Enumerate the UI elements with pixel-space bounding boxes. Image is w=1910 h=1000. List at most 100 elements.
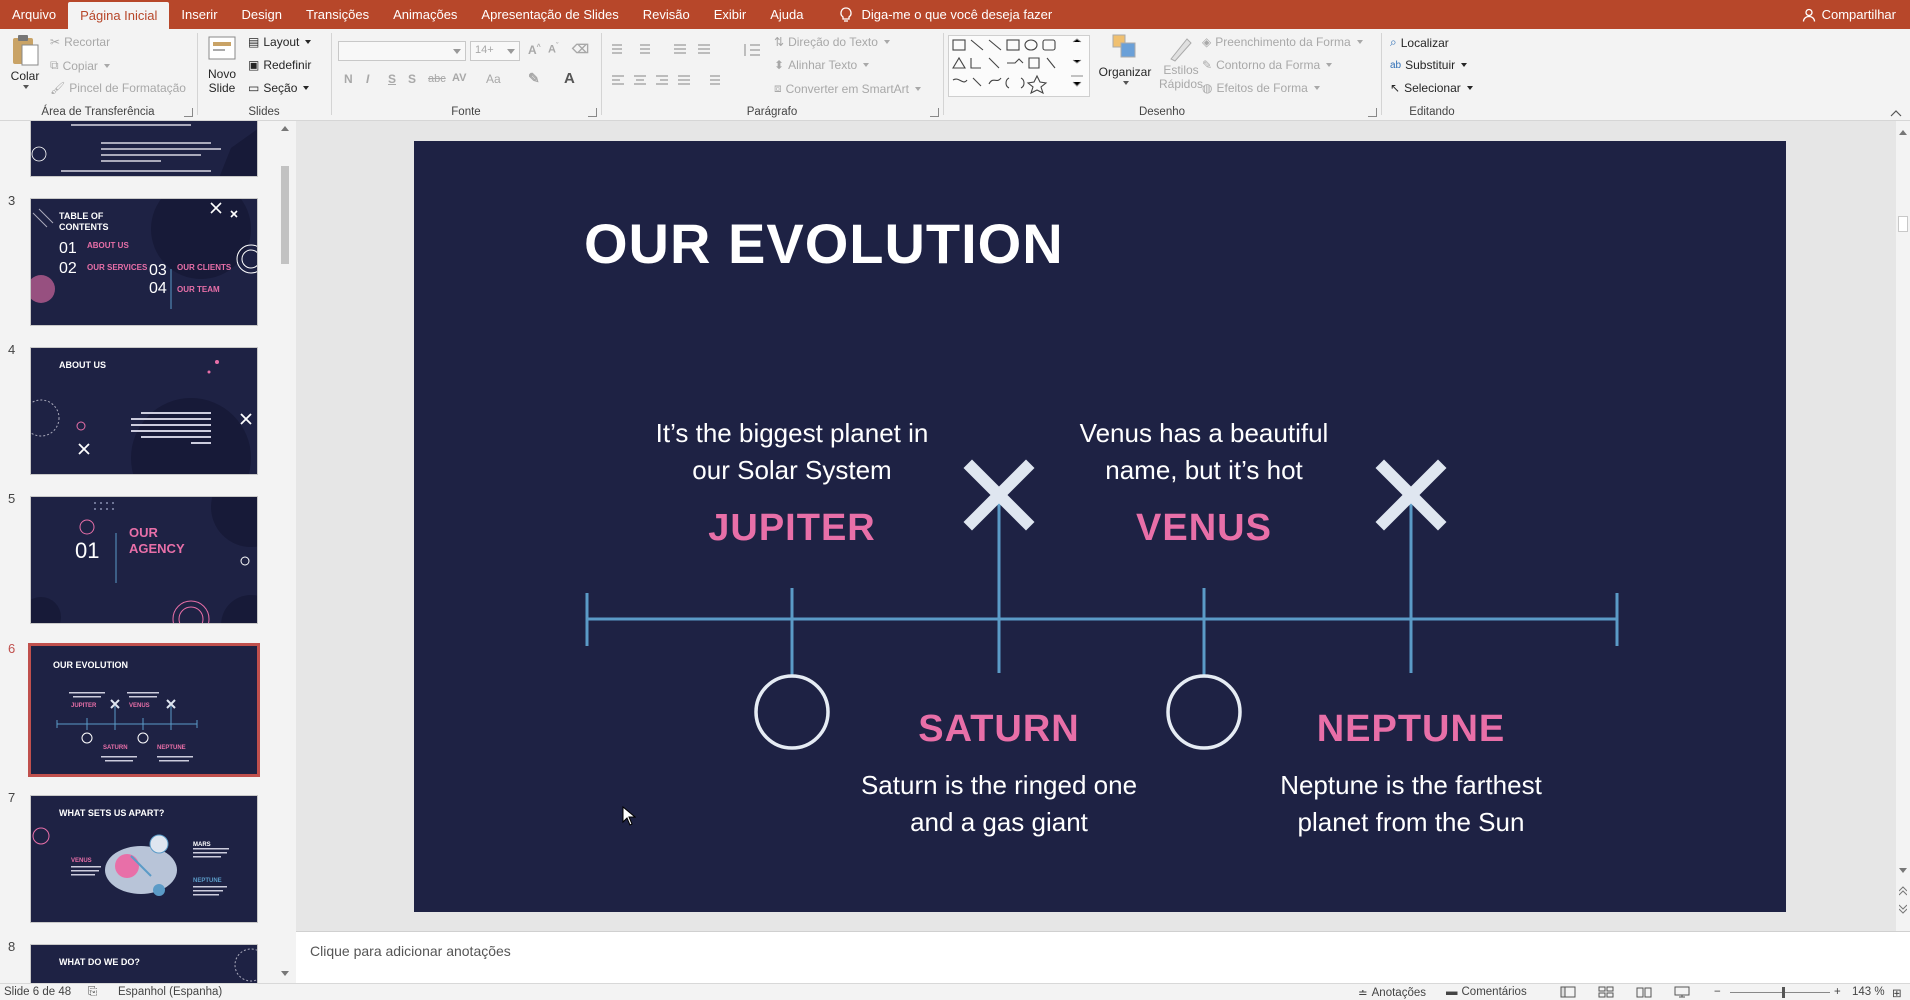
font-size-combo[interactable]: 14+ (470, 41, 520, 61)
slide-thumbnail-3[interactable]: TABLE OF CONTENTS 01 02 03 04 ABOUT US O… (30, 198, 258, 326)
slide-thumbnail-4[interactable]: ABOUT US (30, 347, 258, 475)
quick-styles-button[interactable]: Estilos Rápidos (1156, 33, 1206, 91)
font-launcher[interactable] (588, 108, 597, 117)
tab-design[interactable]: Design (230, 0, 294, 29)
venus-title[interactable]: VENUS (1024, 507, 1384, 550)
tab-transicoes[interactable]: Transições (294, 0, 381, 29)
change-case-button[interactable]: Aa (486, 72, 501, 86)
thumb6-p4: NEPTUNE (157, 745, 186, 751)
bold-button[interactable]: N (344, 72, 353, 86)
underline-button[interactable]: S (388, 72, 396, 86)
notes-toggle[interactable]: ≐ Anotações (1358, 986, 1426, 1000)
section-button[interactable]: ▭ Seção (248, 81, 310, 95)
comments-toggle[interactable]: ▬ Comentários (1446, 986, 1527, 998)
scroll-thumb[interactable] (281, 166, 289, 264)
find-button[interactable]: ⌕ Localizar (1390, 35, 1449, 50)
zoom-slider-thumb[interactable] (1782, 987, 1785, 998)
zoom-out-button[interactable]: − (1714, 986, 1721, 998)
clipboard-launcher[interactable] (184, 108, 193, 117)
tell-me-box[interactable]: Diga-me o que você deseja fazer (833, 0, 1058, 29)
zoom-slider[interactable] (1730, 992, 1830, 993)
neptune-description[interactable]: Neptune is the farthest planet from the S… (1231, 767, 1591, 841)
tab-arquivo[interactable]: Arquivo (0, 0, 68, 29)
fit-slide-button[interactable]: ⊞ (1892, 986, 1902, 1000)
slideshow-icon[interactable] (1674, 986, 1690, 998)
saturn-description[interactable]: Saturn is the ringed one and a gas giant (819, 767, 1179, 841)
group-font: 14+ A^ Aˇ ⌫ N I S S abc AV Aa ✎ A Fonte (332, 29, 600, 121)
language-button[interactable]: Espanhol (Espanha) (118, 986, 222, 998)
reset-button[interactable]: ▣ Redefinir (248, 58, 311, 72)
slide-thumbnail-6[interactable]: OUR EVOLUTION JUPITER VENUS SATURN NEPTU… (28, 643, 260, 777)
neptune-title[interactable]: NEPTUNE (1231, 708, 1591, 751)
grow-font-button[interactable]: A^ (528, 43, 541, 57)
thumbnails-scrollbar[interactable] (278, 121, 292, 983)
format-painter-button[interactable]: 🖌 Pincel de Formatação (50, 81, 186, 95)
replace-button[interactable]: ab Substituir (1390, 58, 1468, 72)
smartart-button[interactable]: ⧈ Converter em SmartArt (774, 81, 922, 96)
tab-exibir[interactable]: Exibir (702, 0, 759, 29)
shape-outline-button[interactable]: ✎ Contorno da Forma (1202, 58, 1333, 72)
align-text-button[interactable]: ⬍ Alinhar Texto (774, 58, 870, 72)
list-buttons-icon[interactable] (610, 42, 730, 56)
select-button[interactable]: ↖ Selecionar (1390, 81, 1473, 95)
scroll-down-icon[interactable] (281, 971, 289, 977)
new-slide-button[interactable]: Novo Slide (204, 33, 240, 95)
share-button[interactable]: Compartilhar (1788, 0, 1910, 29)
editor-scroll-thumb[interactable] (1898, 216, 1908, 232)
venus-description[interactable]: Venus has a beautiful name, but it’s hot (1024, 415, 1384, 489)
jupiter-description[interactable]: It’s the biggest planet in our Solar Syst… (612, 415, 972, 489)
view-buttons[interactable] (1560, 986, 1690, 998)
copy-button[interactable]: ⧉ Copiar (50, 58, 110, 73)
previous-slide-icon[interactable] (1899, 886, 1907, 896)
fit-icon: ⊞ (1892, 988, 1902, 1000)
tab-ajuda[interactable]: Ajuda (758, 0, 815, 29)
reading-view-icon[interactable] (1636, 986, 1652, 998)
font-name-combo[interactable] (338, 41, 466, 61)
collapse-ribbon-icon[interactable] (1890, 109, 1902, 117)
tab-animacoes[interactable]: Animações (381, 0, 469, 29)
shape-fill-button[interactable]: ◈ Preenchimento da Forma (1202, 35, 1363, 49)
tab-pagina-inicial[interactable]: Página Inicial (68, 2, 170, 29)
saturn-title[interactable]: SATURN (819, 708, 1179, 751)
shapes-gallery[interactable] (948, 35, 1090, 97)
font-color-button[interactable]: A (564, 70, 575, 87)
layout-button[interactable]: ▤ Layout (248, 35, 312, 49)
jupiter-title[interactable]: JUPITER (612, 507, 972, 550)
line-spacing-icon[interactable] (742, 42, 762, 58)
clear-format-icon[interactable]: ⌫ (572, 42, 589, 56)
scroll-up-icon[interactable] (1899, 129, 1907, 135)
slide-sorter-icon[interactable] (1598, 986, 1614, 998)
highlight-icon[interactable]: ✎ (528, 70, 540, 87)
paste-button[interactable]: Colar (6, 33, 44, 89)
spellcheck-button[interactable]: ⎘ (88, 986, 97, 999)
layout-icon: ▤ (248, 35, 260, 49)
char-spacing-button[interactable]: AV (452, 72, 466, 84)
slide-thumbnail-5[interactable]: 01 OUR AGENCY (30, 496, 258, 624)
shadow-button[interactable]: S (408, 72, 416, 86)
strikethrough-button[interactable]: abc (428, 73, 446, 85)
paragraph-launcher[interactable] (930, 108, 939, 117)
italic-button[interactable]: I (366, 72, 369, 86)
shrink-font-button[interactable]: Aˇ (548, 43, 558, 56)
zoom-in-button[interactable]: + (1834, 986, 1841, 998)
scroll-down-icon[interactable] (1899, 868, 1907, 874)
zoom-level[interactable]: 143 % (1852, 986, 1885, 998)
editor-scrollbar[interactable] (1896, 121, 1910, 931)
slide-thumbnail-8[interactable]: WHAT DO WE DO? (30, 944, 258, 983)
tab-apresentacao[interactable]: Apresentação de Slides (469, 0, 630, 29)
tab-inserir[interactable]: Inserir (169, 0, 229, 29)
slide-thumbnail-2[interactable] (30, 121, 258, 177)
current-slide[interactable]: OUR EVOLUTION It’s the biggest planet in… (414, 141, 1786, 912)
scroll-up-icon[interactable] (281, 125, 289, 131)
text-direction-button[interactable]: ⇅ Direção do Texto (774, 35, 890, 49)
notes-pane[interactable]: Clique para adicionar anotações (296, 931, 1910, 983)
slide-thumbnail-7[interactable]: WHAT SETS US APART? VENUS MARS NEPTUNE (30, 795, 258, 923)
tab-revisao[interactable]: Revisão (631, 0, 702, 29)
next-slide-icon[interactable] (1899, 904, 1907, 914)
drawing-launcher[interactable] (1368, 108, 1377, 117)
normal-view-icon[interactable] (1560, 986, 1576, 998)
cut-button[interactable]: ✂ Recortar (50, 35, 110, 49)
arrange-button[interactable]: Organizar (1096, 33, 1154, 85)
alignment-icons[interactable] (610, 74, 760, 88)
shape-effects-button[interactable]: ◍ Efeitos de Forma (1202, 81, 1320, 95)
